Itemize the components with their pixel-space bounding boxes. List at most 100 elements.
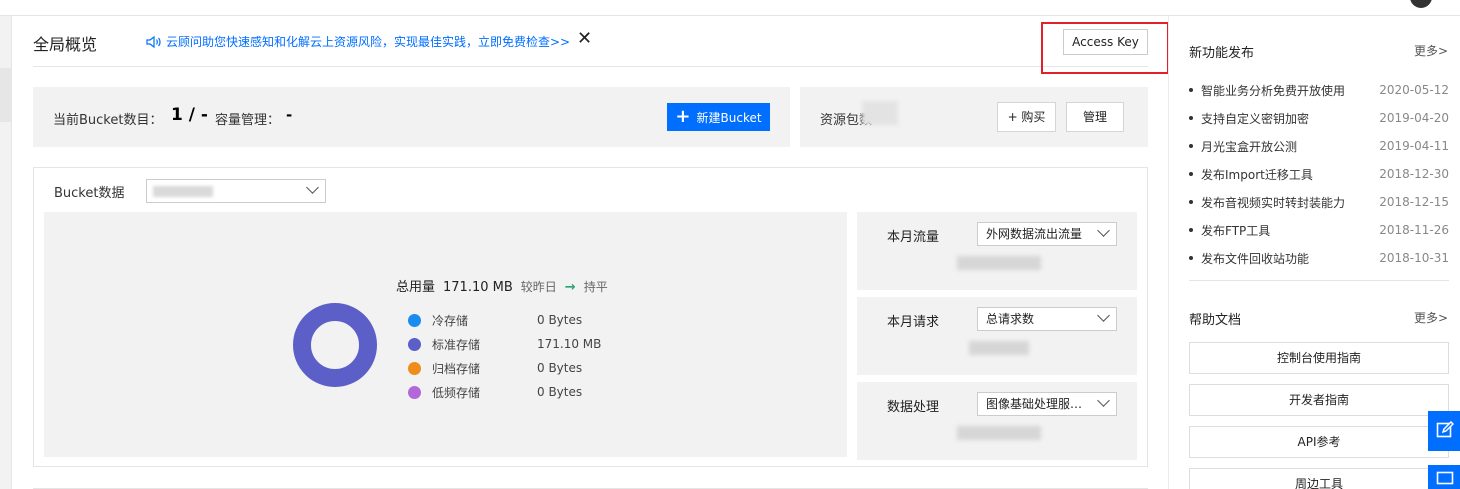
bucket-count-label: 当前Bucket数目： (53, 113, 163, 128)
new-bucket-button[interactable]: + 新建Bucket (667, 103, 770, 131)
legend-name: 标准存储 (432, 337, 481, 352)
data-processing-value (957, 426, 1041, 440)
speaker-icon (146, 35, 161, 48)
access-key-highlight (1041, 22, 1169, 74)
right-sidebar: 新功能发布 更多> 智能业务分析免费开放使用 2020-05-12 支持自定义密钥… (1168, 16, 1460, 489)
total-usage-value: 171.10 MB (443, 280, 513, 295)
legend-dot (408, 337, 421, 351)
news-item[interactable]: 发布文件回收站功能 2018-10-31 (1189, 244, 1449, 272)
new-bucket-label: 新建Bucket (696, 110, 762, 125)
capacity-value: - (286, 106, 293, 124)
usage-donut-chart (293, 303, 377, 387)
edit-icon (1436, 421, 1454, 438)
request-type-select[interactable]: 总请求数 (977, 307, 1117, 331)
legend-value: 0 Bytes (537, 313, 583, 327)
news-item[interactable]: 月光宝盒开放公测 2019-04-11 (1189, 132, 1449, 160)
bucket-stats-panel: Bucket数据 总用量 171.10 MB 较昨日 → 持平 冷存储 0 By… (33, 167, 1148, 467)
legend-item: 标准存储 171.10 MB (408, 332, 601, 356)
legend-dot (408, 361, 421, 375)
news-title-text: 发布Import迁移工具 (1189, 166, 1313, 183)
docs-more-link[interactable]: 更多> (1414, 309, 1448, 326)
doc-developer-guide-button[interactable]: 开发者指南 (1189, 384, 1449, 416)
buy-button[interactable]: + 购买 (997, 102, 1056, 132)
bucket-select[interactable] (146, 179, 326, 203)
bucket-summary-bar: 当前Bucket数目： 1 / - 容量管理： - + 新建Bucket (33, 87, 790, 147)
news-date: 2018-11-26 (1379, 223, 1449, 237)
legend-item: 低频存储 0 Bytes (408, 380, 601, 404)
monthly-requests-card: 本月请求 总请求数 (857, 297, 1137, 375)
news-list: 智能业务分析免费开放使用 2020-05-12 支持自定义密钥加密 2019-04-… (1189, 76, 1449, 272)
news-title-text: 支持自定义密钥加密 (1189, 110, 1309, 127)
traffic-type-value: 外网数据流出流量 (986, 227, 1083, 241)
resource-pack-value (862, 101, 898, 125)
top-bar (0, 0, 1460, 16)
chevron-down-icon (1097, 394, 1110, 407)
storage-legend: 冷存储 0 Bytes 标准存储 171.10 MB 归档存储 0 Bytes … (408, 308, 601, 404)
news-date: 2018-10-31 (1379, 251, 1449, 265)
doc-tools-button[interactable]: 周边工具 (1189, 468, 1449, 489)
support-float-button[interactable] (1428, 465, 1460, 489)
sidebar-divider (1189, 280, 1449, 281)
doc-console-guide-button[interactable]: 控制台使用指南 (1189, 342, 1449, 374)
monthly-traffic-card: 本月流量 外网数据流出流量 (857, 212, 1137, 290)
news-date: 2018-12-30 (1379, 167, 1449, 181)
avatar[interactable] (1410, 0, 1432, 8)
total-usage: 总用量 171.10 MB 较昨日 → 持平 (396, 276, 608, 295)
news-title-text: 智能业务分析免费开放使用 (1189, 82, 1345, 99)
bucket-data-label: Bucket数据 (54, 186, 125, 201)
chat-icon (1436, 471, 1454, 485)
news-date: 2019-04-20 (1379, 111, 1449, 125)
legend-dot (408, 385, 421, 399)
usage-chart-area: 总用量 171.10 MB 较昨日 → 持平 冷存储 0 Bytes 标准存储 … (44, 212, 847, 457)
legend-value: 0 Bytes (537, 385, 583, 399)
chevron-down-icon (1097, 224, 1110, 237)
trend-arrow-icon: → (564, 280, 576, 295)
data-processing-card: 数据处理 图像基础处理服… (857, 382, 1137, 460)
news-title-text: 发布文件回收站功能 (1189, 250, 1309, 267)
left-nav-active-item[interactable] (0, 68, 12, 122)
processing-type-value: 图像基础处理服… (986, 397, 1083, 411)
news-item[interactable]: 智能业务分析免费开放使用 2020-05-12 (1189, 76, 1449, 104)
legend-item: 冷存储 0 Bytes (408, 308, 601, 332)
trend-text: 持平 (583, 280, 608, 294)
processing-type-select[interactable]: 图像基础处理服… (977, 392, 1117, 416)
legend-name: 冷存储 (432, 313, 469, 328)
legend-value: 171.10 MB (537, 337, 602, 351)
chevron-down-icon (1097, 309, 1110, 322)
news-item[interactable]: 发布Import迁移工具 2018-12-30 (1189, 160, 1449, 188)
close-notice-icon[interactable]: ✕ (577, 30, 592, 48)
news-date: 2019-04-11 (1379, 139, 1449, 153)
news-title: 新功能发布 (1189, 46, 1255, 61)
bucket-select-value (153, 186, 213, 197)
legend-value: 0 Bytes (537, 361, 583, 375)
bucket-count-value: 1 / - (171, 105, 208, 125)
plus-icon: + (675, 106, 691, 127)
monthly-requests-value (969, 341, 1029, 355)
doc-api-reference-button[interactable]: API参考 (1189, 426, 1449, 458)
news-more-link[interactable]: 更多> (1414, 42, 1448, 59)
chevron-down-icon (306, 181, 319, 194)
legend-name: 归档存储 (432, 361, 481, 376)
news-item[interactable]: 支持自定义密钥加密 2019-04-20 (1189, 104, 1449, 132)
page-title: 全局概览 (33, 35, 98, 54)
monthly-traffic-label: 本月流量 (887, 230, 940, 245)
header-divider (33, 66, 1148, 67)
monthly-requests-label: 本月请求 (887, 315, 940, 330)
request-type-value: 总请求数 (986, 312, 1035, 326)
legend-name: 低频存储 (432, 385, 481, 400)
manage-button[interactable]: 管理 (1066, 102, 1124, 132)
traffic-type-select[interactable]: 外网数据流出流量 (977, 222, 1117, 246)
monthly-traffic-value (957, 256, 1041, 270)
notice-text: 云顾问助您快速感知和化解云上资源风险，实现最佳实践，立即免费检查>> (166, 35, 571, 49)
legend-item: 归档存储 0 Bytes (408, 356, 601, 380)
news-title-text: 发布FTP工具 (1189, 222, 1270, 239)
news-date: 2020-05-12 (1379, 83, 1449, 97)
news-item[interactable]: 发布FTP工具 2018-11-26 (1189, 216, 1449, 244)
total-usage-label: 总用量 (396, 280, 436, 295)
data-processing-label: 数据处理 (887, 400, 940, 415)
capacity-label: 容量管理： (215, 113, 281, 128)
feedback-float-button[interactable] (1428, 411, 1460, 451)
advisor-notice-link[interactable]: 云顾问助您快速感知和化解云上资源风险，实现最佳实践，立即免费检查>> (146, 33, 570, 50)
docs-title: 帮助文档 (1189, 313, 1242, 328)
news-item[interactable]: 发布音视频实时转封装能力 2018-12-15 (1189, 188, 1449, 216)
